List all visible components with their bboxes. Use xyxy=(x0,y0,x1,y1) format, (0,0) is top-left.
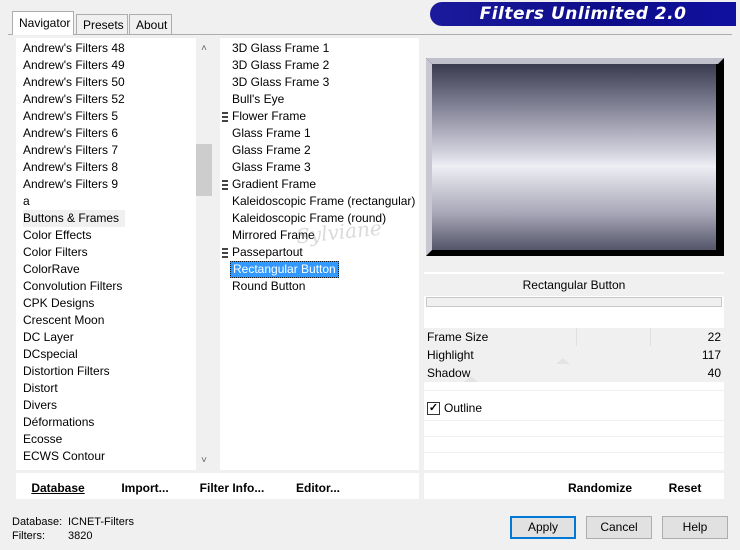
scroll-thumb[interactable] xyxy=(196,144,212,196)
outline-checkbox[interactable]: ✓ xyxy=(427,402,440,415)
app-title-banner: Filters Unlimited 2.0 xyxy=(430,2,736,26)
filter-item[interactable]: Passepartout xyxy=(230,244,305,261)
filter-item[interactable]: 3D Glass Frame 1 xyxy=(230,40,331,57)
separator xyxy=(424,436,724,437)
filter-item[interactable]: Glass Frame 1 xyxy=(230,125,313,142)
filters-count-value: 3820 xyxy=(68,530,93,542)
tab-panel-border xyxy=(8,34,732,35)
filter-list[interactable]: 3D Glass Frame 1 3D Glass Frame 2 3D Glass… xyxy=(220,38,419,470)
category-list[interactable]: Andrew's Filters 48 Andrew's Filters 49 An… xyxy=(16,38,212,470)
category-item[interactable]: Ecosse xyxy=(23,431,68,448)
category-item[interactable]: Crescent Moon xyxy=(23,312,110,329)
category-item[interactable]: Distort xyxy=(23,380,64,397)
preview-bevel-top xyxy=(426,58,724,64)
category-item[interactable]: Andrew's Filters 50 xyxy=(23,74,131,91)
randomize-button[interactable]: Randomize xyxy=(562,476,638,500)
category-item[interactable]: Divers xyxy=(23,397,63,414)
param-shadow-slider[interactable]: Shadow 40 xyxy=(424,364,724,382)
preview-gradient xyxy=(432,64,716,250)
database-status-label: Database: xyxy=(12,516,63,528)
help-button[interactable]: Help xyxy=(662,516,728,539)
param-value: 40 xyxy=(707,366,721,380)
chevron-down-icon[interactable]: ˅ xyxy=(196,452,212,469)
preview-image xyxy=(426,58,724,256)
chevron-up-icon[interactable]: ˄ xyxy=(196,40,212,57)
slider-marker xyxy=(464,376,478,382)
database-button[interactable]: Database xyxy=(22,476,94,500)
filter-name-label: Rectangular Button xyxy=(424,274,724,296)
category-item[interactable]: DCspecial xyxy=(23,346,84,363)
category-item[interactable]: Andrew's Filters 7 xyxy=(23,142,124,159)
separator xyxy=(424,390,724,391)
filter-info-button[interactable]: Filter Info... xyxy=(196,476,268,500)
reset-button[interactable]: Reset xyxy=(660,476,710,500)
editor-button[interactable]: Editor... xyxy=(290,476,346,500)
group-marker-icon xyxy=(222,112,228,122)
param-value: 117 xyxy=(701,348,721,362)
filter-item[interactable]: Mirrored Frame xyxy=(230,227,317,244)
filters-count-label: Filters: xyxy=(12,530,45,542)
category-item[interactable]: Andrew's Filters 49 xyxy=(23,57,131,74)
tab-navigator[interactable]: Navigator xyxy=(12,11,74,35)
slider-tick xyxy=(650,328,651,346)
tab-presets[interactable]: Presets xyxy=(76,14,128,34)
category-item[interactable]: Andrew's Filters 9 xyxy=(23,176,124,193)
category-item[interactable]: Andrew's Filters 6 xyxy=(23,125,124,142)
filter-item[interactable]: Kaleidoscopic Frame (round) xyxy=(230,210,388,227)
category-item[interactable]: Convolution Filters xyxy=(23,278,128,295)
filter-item[interactable]: Glass Frame 3 xyxy=(230,159,313,176)
separator xyxy=(424,452,724,453)
category-item[interactable]: a xyxy=(23,193,36,210)
category-item[interactable]: Color Filters xyxy=(23,244,94,261)
tab-about[interactable]: About xyxy=(129,14,172,34)
filter-item[interactable]: Rectangular Button xyxy=(230,261,339,278)
filter-item[interactable]: Flower Frame xyxy=(230,108,308,125)
apply-button[interactable]: Apply xyxy=(510,516,576,539)
filter-item[interactable]: Kaleidoscopic Frame (rectangular) xyxy=(230,193,417,210)
group-marker-icon xyxy=(222,248,228,258)
cancel-button[interactable]: Cancel xyxy=(586,516,652,539)
category-item[interactable]: CPK Designs xyxy=(23,295,100,312)
category-item[interactable]: Color Effects xyxy=(23,227,97,244)
param-highlight-slider[interactable]: Highlight 117 xyxy=(424,346,724,364)
category-item[interactable]: ColorRave xyxy=(23,261,86,278)
param-value: 22 xyxy=(707,330,721,344)
category-item[interactable]: Andrew's Filters 52 xyxy=(23,91,131,108)
filter-item[interactable]: 3D Glass Frame 2 xyxy=(230,57,331,74)
database-status-value: ICNET-Filters xyxy=(68,516,134,528)
param-label: Highlight xyxy=(427,348,474,362)
filter-item[interactable]: 3D Glass Frame 3 xyxy=(230,74,331,91)
outline-label[interactable]: Outline xyxy=(444,400,482,417)
parameter-divider-bar xyxy=(426,297,722,307)
category-item[interactable]: Andrew's Filters 5 xyxy=(23,108,124,125)
filter-item[interactable]: Bull's Eye xyxy=(230,91,286,108)
param-label: Frame Size xyxy=(427,330,489,344)
param-frame-size-slider[interactable]: Frame Size 22 xyxy=(424,328,724,346)
category-item[interactable]: ECWS Contour xyxy=(23,448,111,465)
category-item[interactable]: Andrew's Filters 48 xyxy=(23,40,131,57)
separator xyxy=(424,420,724,421)
slider-tick xyxy=(576,328,577,346)
filter-item[interactable]: Round Button xyxy=(230,278,307,295)
filter-item[interactable]: Gradient Frame xyxy=(230,176,318,193)
import-button[interactable]: Import... xyxy=(114,476,176,500)
group-marker-icon xyxy=(222,180,228,190)
category-item[interactable]: DC Layer xyxy=(23,329,80,346)
category-item[interactable]: Distortion Filters xyxy=(23,363,116,380)
preview-bevel-left xyxy=(426,58,432,256)
category-item[interactable]: Buttons & Frames xyxy=(23,210,126,227)
category-item[interactable]: Déformations xyxy=(23,414,100,431)
filter-item[interactable]: Glass Frame 2 xyxy=(230,142,313,159)
category-scrollbar[interactable]: ˄ ˅ xyxy=(196,38,212,470)
category-item[interactable]: Andrew's Filters 8 xyxy=(23,159,124,176)
